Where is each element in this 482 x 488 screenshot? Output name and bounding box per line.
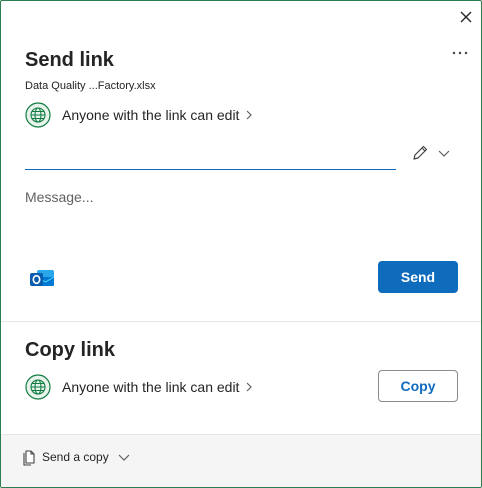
- pencil-icon: [413, 145, 428, 160]
- document-copy-icon: [23, 450, 35, 466]
- permission-label: Anyone with the link can edit: [62, 379, 240, 395]
- recipient-permission-dropdown[interactable]: [411, 142, 455, 164]
- globe-icon: [25, 374, 51, 400]
- permission-label: Anyone with the link can edit: [62, 107, 240, 123]
- globe-icon: [25, 102, 51, 128]
- recipient-input[interactable]: [25, 141, 396, 170]
- send-a-copy-label: Send a copy: [42, 450, 109, 464]
- link-permission-settings[interactable]: Anyone with the link can edit: [25, 102, 253, 128]
- chevron-down-icon: [118, 454, 130, 461]
- chevron-right-icon: [247, 382, 253, 392]
- chevron-right-icon: [247, 110, 253, 120]
- copy-link-permission-settings[interactable]: Anyone with the link can edit: [25, 374, 253, 400]
- message-input[interactable]: [25, 189, 455, 239]
- copy-button[interactable]: Copy: [378, 370, 458, 402]
- section-divider: [1, 321, 481, 322]
- send-a-copy-button[interactable]: Send a copy: [21, 448, 130, 466]
- copy-link-title: Copy link: [25, 339, 116, 361]
- file-name: Data Quality ...Factory.xlsx: [25, 80, 156, 92]
- chevron-down-icon: [438, 150, 450, 157]
- more-options-button[interactable]: [449, 44, 471, 62]
- send-button[interactable]: Send: [378, 261, 458, 293]
- more-options-icon: [452, 51, 468, 55]
- close-button[interactable]: [456, 7, 476, 27]
- outlook-icon[interactable]: [28, 264, 56, 292]
- close-icon: [460, 11, 472, 23]
- share-dialog: Send link Data Quality ...Factory.xlsx A…: [0, 0, 482, 488]
- send-link-title: Send link: [25, 49, 114, 71]
